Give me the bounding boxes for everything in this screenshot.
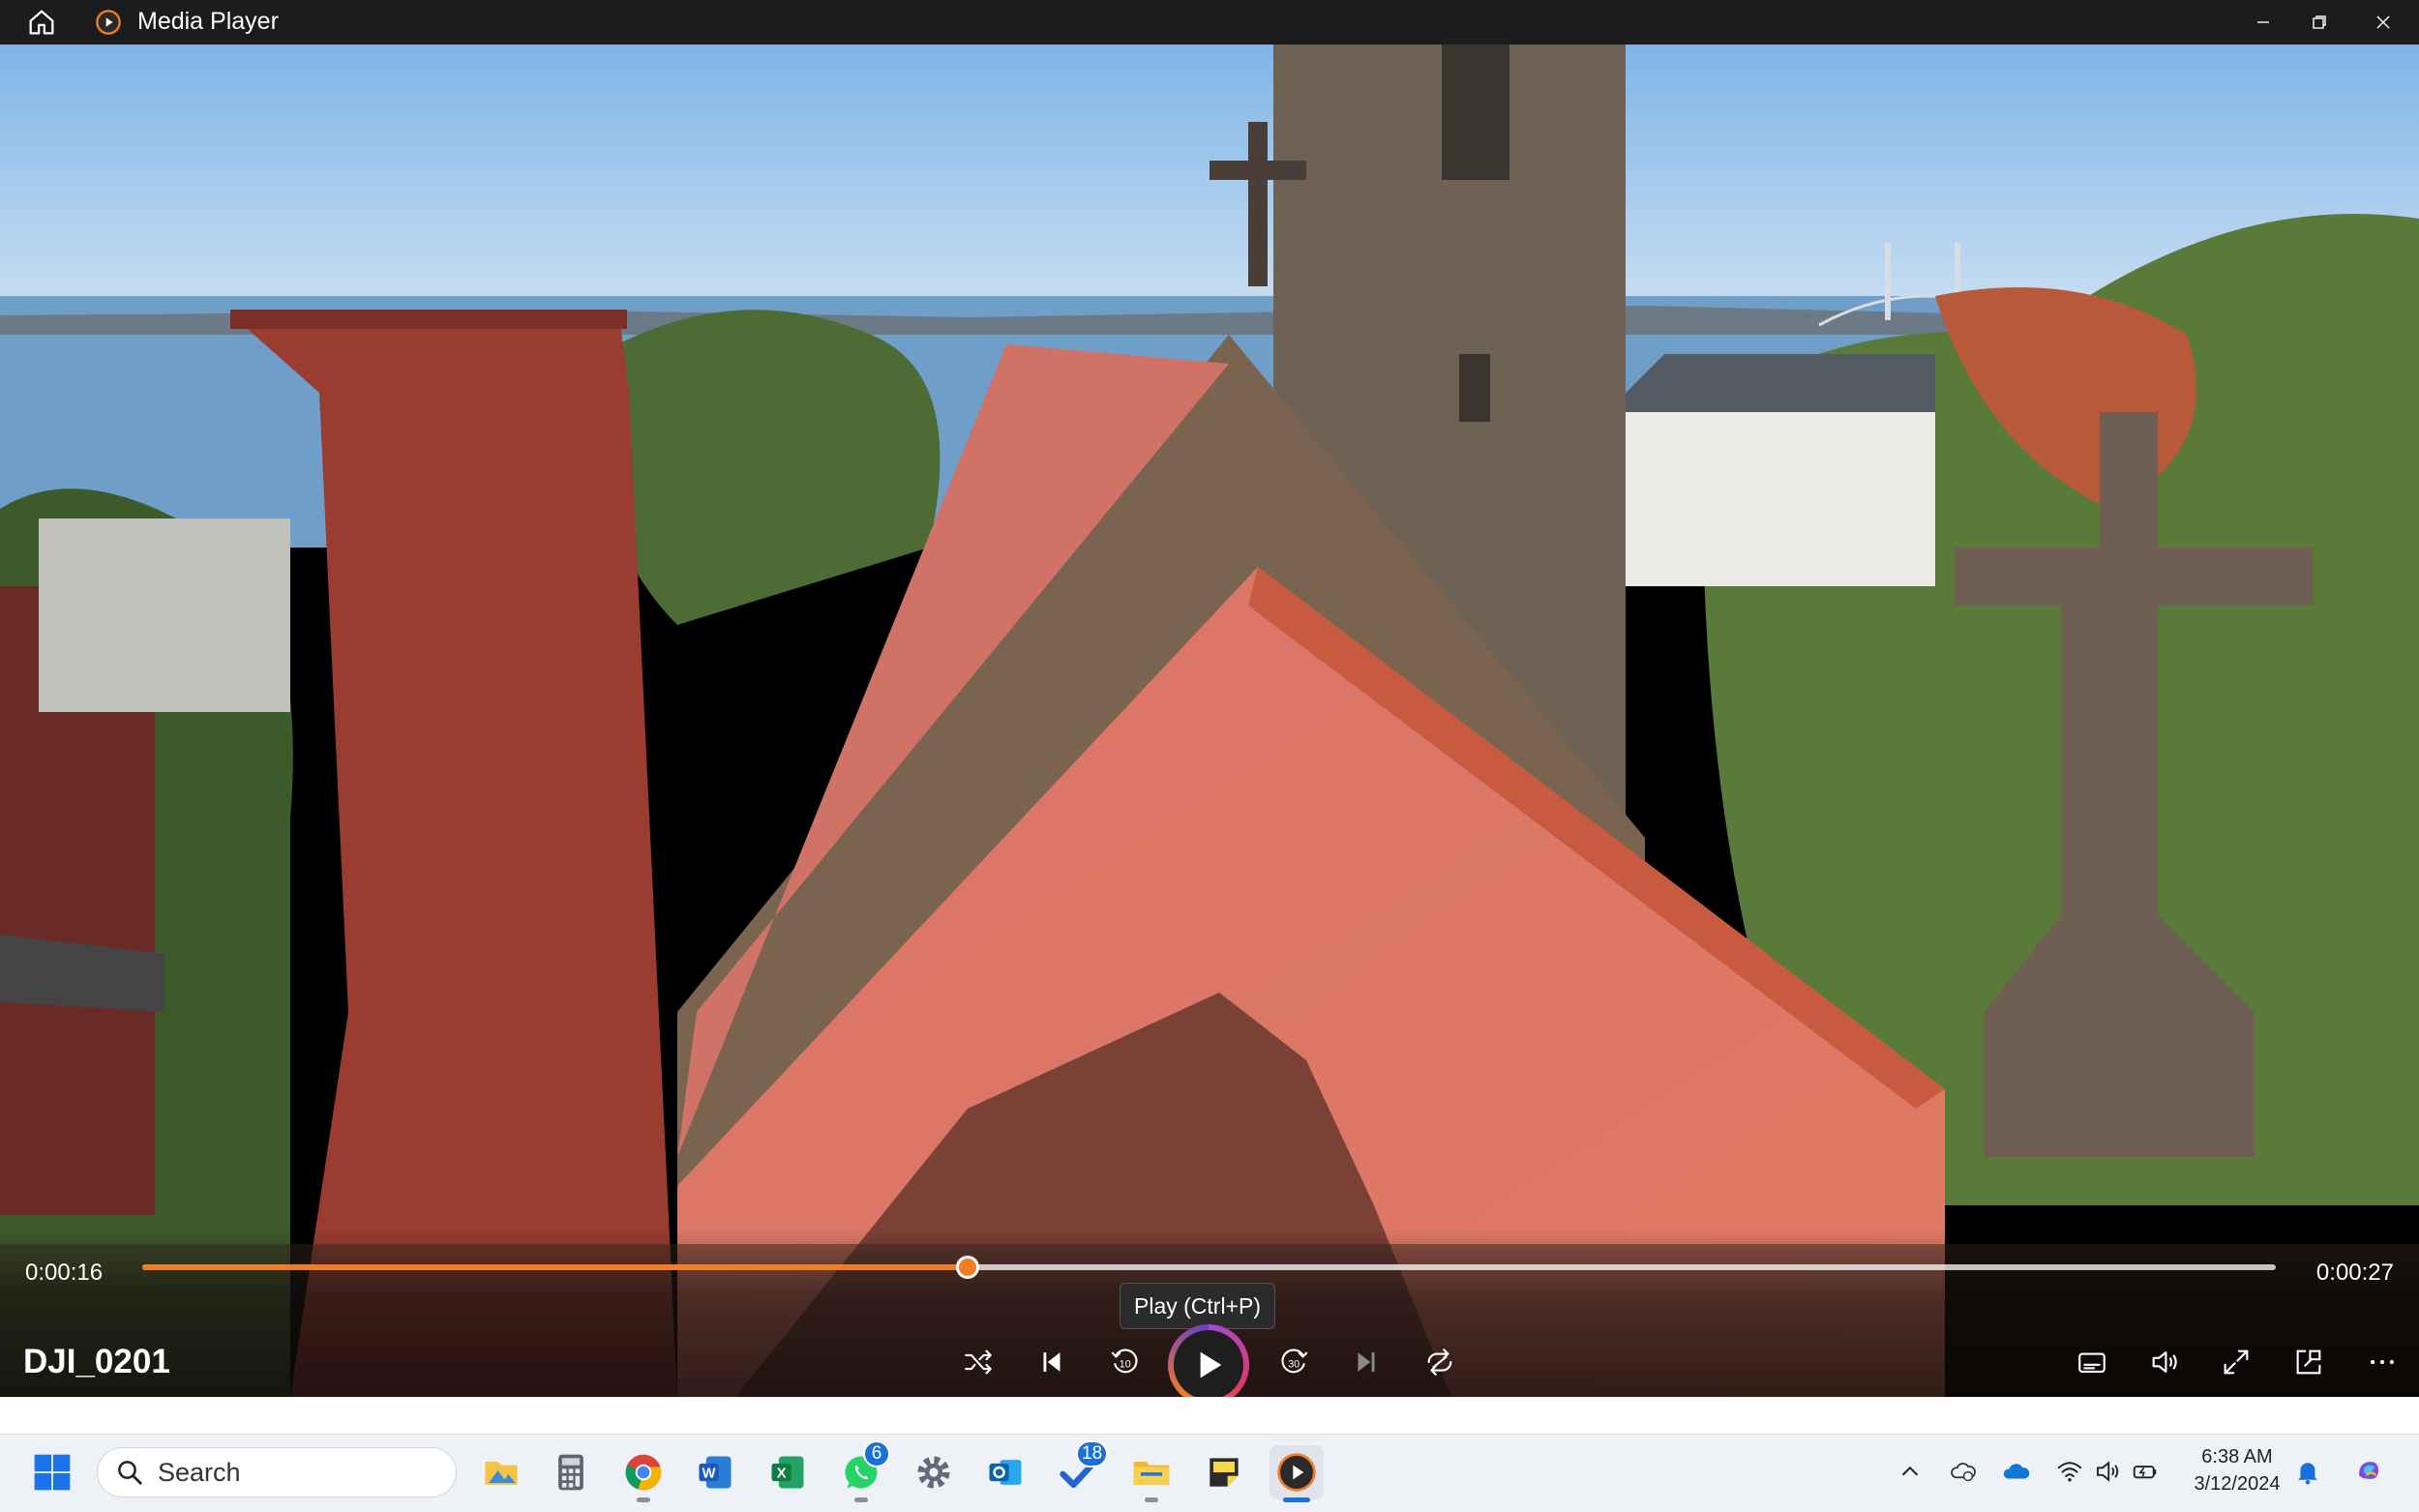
- close-icon: [2376, 15, 2390, 29]
- search-placeholder: Search: [158, 1457, 241, 1487]
- fullscreen-icon: [2224, 1349, 2249, 1375]
- excel-icon: X: [771, 1456, 804, 1489]
- more-options-button[interactable]: [2357, 1337, 2407, 1387]
- svg-text:X: X: [777, 1467, 787, 1482]
- restore-button[interactable]: [2287, 0, 2351, 44]
- restore-icon: [2313, 15, 2326, 29]
- whatsapp-running-indicator: [854, 1497, 868, 1502]
- start-button[interactable]: [25, 1445, 79, 1499]
- svg-text:W: W: [702, 1467, 716, 1482]
- outlook-icon: [989, 1460, 1022, 1485]
- current-time: 0:00:16: [25, 1260, 104, 1286]
- whatsapp-badge: 6: [863, 1440, 890, 1468]
- cloud-sync-icon: [1951, 1463, 1976, 1482]
- mini-player-icon: [2296, 1349, 2321, 1375]
- shuffle-icon: [965, 1349, 992, 1375]
- outlook-button[interactable]: [978, 1445, 1032, 1499]
- battery-charging-icon: [2133, 1466, 2157, 1479]
- skip-forward-30-button[interactable]: 30: [1269, 1337, 1320, 1387]
- notifications-button[interactable]: [2291, 1455, 2324, 1488]
- volume-tray-button[interactable]: [2091, 1455, 2124, 1488]
- skip-forward-30-icon: 30: [1281, 1349, 1308, 1374]
- total-duration: 0:00:27: [2315, 1260, 2394, 1286]
- shuffle-button[interactable]: [953, 1337, 1003, 1387]
- play-button-inner: [1174, 1330, 1243, 1400]
- seek-bar-progress: [142, 1264, 969, 1270]
- previous-button[interactable]: [1027, 1337, 1077, 1387]
- title-bar: Media Player: [0, 0, 2419, 44]
- sticky-notes-icon: [1210, 1458, 1239, 1487]
- file-explorer-running-indicator: [1145, 1497, 1158, 1502]
- file-explorer-button[interactable]: [1124, 1445, 1179, 1499]
- media-player-taskbar-button[interactable]: [1269, 1445, 1324, 1499]
- taskbar-search[interactable]: Search: [97, 1447, 457, 1497]
- chevron-up-icon: [1901, 1466, 1919, 1476]
- wifi-icon: [2057, 1462, 2082, 1482]
- fullscreen-button[interactable]: [2211, 1337, 2261, 1387]
- media-title: DJI_0201: [23, 1343, 170, 1380]
- chrome-running-indicator: [637, 1497, 650, 1502]
- photos-app-button[interactable]: [474, 1445, 528, 1499]
- battery-tray-button[interactable]: [2129, 1455, 2162, 1488]
- play-button[interactable]: [1168, 1324, 1249, 1406]
- skip-back-10-icon: 10: [1111, 1349, 1138, 1374]
- more-options-icon: [2370, 1359, 2395, 1365]
- onedrive-icon: [2003, 1464, 2030, 1479]
- play-icon: [1200, 1351, 1222, 1379]
- copilot-button[interactable]: [2349, 1451, 2388, 1490]
- word-button[interactable]: W: [688, 1445, 742, 1499]
- minimize-icon: [2257, 21, 2269, 23]
- onedrive-sync-tray-button[interactable]: [1947, 1455, 1980, 1488]
- clock-time: 6:38 AM: [2201, 1446, 2273, 1468]
- chrome-icon: [625, 1454, 662, 1491]
- media-player-app-icon: [95, 9, 122, 36]
- speaker-icon: [2097, 1461, 2119, 1482]
- repeat-icon: [1427, 1349, 1452, 1376]
- copilot-icon: [2359, 1462, 2378, 1479]
- settings-button[interactable]: [907, 1445, 961, 1499]
- onedrive-tray-button[interactable]: [2000, 1455, 2033, 1488]
- file-explorer-icon: [1133, 1462, 1170, 1485]
- media-player-icon: [1277, 1453, 1316, 1492]
- excel-button[interactable]: X: [761, 1445, 815, 1499]
- seek-bar[interactable]: [142, 1264, 2276, 1270]
- previous-icon: [1043, 1352, 1060, 1372]
- wifi-tray-button[interactable]: [2053, 1455, 2086, 1488]
- minimize-button[interactable]: [2231, 0, 2295, 44]
- todo-badge: 18: [1076, 1440, 1109, 1468]
- clock-date: 3/12/2024: [2194, 1473, 2281, 1495]
- next-button[interactable]: [1341, 1337, 1391, 1387]
- word-icon: W: [699, 1456, 732, 1489]
- svg-text:30: 30: [1288, 1359, 1299, 1371]
- svg-text:10: 10: [1120, 1359, 1131, 1371]
- captions-button[interactable]: [2067, 1337, 2117, 1387]
- play-tooltip: Play (Ctrl+P): [1120, 1283, 1275, 1329]
- bell-icon: [2298, 1463, 2317, 1485]
- file-explorer-photos-icon: [485, 1462, 518, 1485]
- captions-icon: [2078, 1352, 2105, 1373]
- calculator-button[interactable]: [544, 1445, 598, 1499]
- repeat-button[interactable]: [1415, 1337, 1465, 1387]
- aerial-church-scene: [0, 44, 2419, 1397]
- taskbar-clock[interactable]: 6:38 AM 3/12/2024: [2189, 1443, 2285, 1497]
- window-title: Media Player: [137, 8, 279, 35]
- skip-back-10-button[interactable]: 10: [1099, 1337, 1150, 1387]
- search-icon: [118, 1461, 142, 1485]
- video-frame[interactable]: [0, 44, 2419, 1397]
- home-icon[interactable]: [25, 6, 58, 39]
- settings-icon: [917, 1456, 950, 1489]
- mini-player-button[interactable]: [2284, 1337, 2334, 1387]
- sticky-notes-button[interactable]: [1197, 1445, 1251, 1499]
- show-hidden-icons-button[interactable]: [1894, 1455, 1926, 1488]
- media-player-active-indicator: [1283, 1497, 1310, 1502]
- next-icon: [1358, 1352, 1375, 1372]
- chrome-button[interactable]: [616, 1445, 671, 1499]
- calculator-icon: [558, 1454, 583, 1491]
- volume-icon: [2152, 1351, 2177, 1373]
- windows-logo-icon: [34, 1454, 71, 1491]
- window-bottom-gap: [0, 1397, 2419, 1434]
- close-button[interactable]: [2351, 0, 2415, 44]
- volume-button[interactable]: [2139, 1337, 2190, 1387]
